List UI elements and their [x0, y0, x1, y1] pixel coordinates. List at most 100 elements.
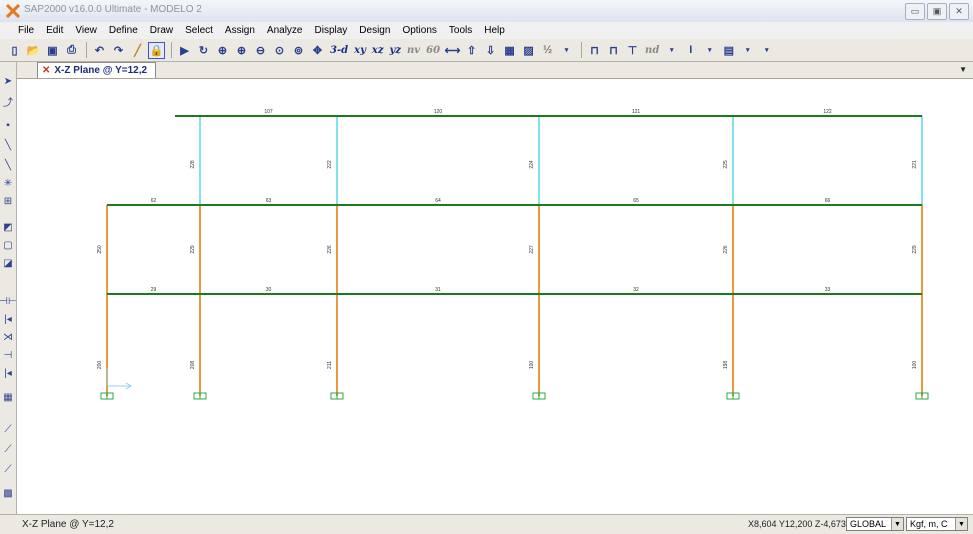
toolbar-separator	[86, 42, 87, 58]
open-icon[interactable]: 📂	[25, 42, 42, 59]
restore-button[interactable]: ▣	[927, 3, 947, 20]
save-icon[interactable]: ▣	[44, 42, 61, 59]
zoom-fit-icon[interactable]: ⊙	[271, 42, 288, 59]
redo-icon[interactable]: ↷	[110, 42, 127, 59]
pan-rotate-icon[interactable]: ↻	[195, 42, 212, 59]
pan-icon[interactable]: ✥	[309, 42, 326, 59]
dropdown-arrow-icon[interactable]: ▾	[739, 42, 756, 59]
frame-label: 227	[529, 245, 535, 254]
coordinate-system-select[interactable]: GLOBAL ▼	[846, 517, 904, 531]
draw-secondary-beams-icon[interactable]: ⊞	[1, 194, 15, 208]
lock-icon[interactable]: 🔒	[148, 41, 165, 59]
snap-grid-icon[interactable]: ▦	[1, 390, 15, 404]
menu-bar: File Edit View Define Draw Select Assign…	[0, 22, 973, 39]
rotate-60-button[interactable]: 60	[424, 42, 442, 59]
fraction-icon[interactable]: ½	[539, 42, 556, 59]
perspective-icon[interactable]: ⟷	[444, 42, 461, 59]
menu-design[interactable]: Design	[359, 25, 390, 36]
display-options-icon[interactable]: ▦	[501, 42, 518, 59]
frame-label: 107	[264, 109, 273, 115]
zoom-in-icon[interactable]: ⊕	[233, 42, 250, 59]
draw-braces-icon[interactable]: ✳	[1, 176, 15, 190]
run-analysis-icon[interactable]: ▶	[176, 42, 193, 59]
tab-xz-plane[interactable]: ✕ X-Z Plane @ Y=12,2	[37, 62, 157, 78]
joint-restraints-icon[interactable]: ⊤	[624, 42, 641, 59]
menu-edit[interactable]: Edit	[46, 25, 63, 36]
snap-grid-points-icon[interactable]: ▩	[1, 486, 15, 500]
view-xy-button[interactable]: xy	[352, 42, 368, 59]
snap-line-icon[interactable]: ⟋	[1, 462, 15, 476]
frame-label: 226	[327, 245, 333, 254]
get-previous-selection-icon[interactable]: |◂	[1, 312, 15, 326]
menu-select[interactable]: Select	[185, 25, 213, 36]
frame-label: 225	[723, 160, 729, 169]
menu-help[interactable]: Help	[484, 25, 505, 36]
draw-rect-area-icon[interactable]: ▢	[1, 238, 15, 252]
clear-selection-icon[interactable]: ⋊	[1, 330, 15, 344]
print-icon[interactable]: ⎙	[63, 42, 80, 59]
frame-label: 228	[190, 160, 196, 169]
quick-draw-area-icon[interactable]: ◪	[1, 256, 15, 270]
frame-label: 120	[434, 109, 443, 115]
dropdown-arrow-icon[interactable]: ▾	[558, 42, 575, 59]
close-tab-icon[interactable]: ✕	[42, 65, 50, 76]
zoom-window-icon[interactable]: ⊕	[214, 42, 231, 59]
pointer-icon[interactable]: ➤	[1, 74, 15, 88]
reshape-icon[interactable]: ⤴	[1, 94, 15, 109]
chevron-down-icon[interactable]: ▼	[955, 518, 967, 530]
draw-frame-icon[interactable]: ╲	[1, 138, 15, 152]
view-3d-button[interactable]: 3-d	[328, 42, 350, 59]
menu-display[interactable]: Display	[315, 25, 348, 36]
menu-tools[interactable]: Tools	[449, 25, 472, 36]
dropdown-arrow-icon[interactable]: ▾	[663, 42, 680, 59]
menu-analyze[interactable]: Analyze	[267, 25, 303, 36]
menu-file[interactable]: File	[18, 25, 34, 36]
intersecting-line-icon[interactable]: ⊣	[1, 348, 15, 362]
menu-assign[interactable]: Assign	[225, 25, 255, 36]
select-all-icon[interactable]: ⊣⊢	[0, 294, 17, 308]
show-undeformed-icon[interactable]: ▨	[520, 42, 537, 59]
menu-options[interactable]: Options	[402, 25, 436, 36]
move-up-icon[interactable]: ⇧	[463, 42, 480, 59]
menu-view[interactable]: View	[75, 25, 97, 36]
i-section-icon[interactable]: Ι	[682, 42, 699, 59]
frame-label: 221	[912, 160, 918, 169]
frame-label: 226	[723, 245, 729, 254]
frame-section-icon[interactable]: ⊓	[605, 42, 622, 59]
menu-define[interactable]: Define	[109, 25, 138, 36]
snap-icon[interactable]: |◂	[1, 366, 15, 380]
snap-midpoint-icon[interactable]: ⟋	[1, 442, 15, 456]
draw-poly-area-icon[interactable]: ◩	[1, 220, 15, 234]
more-tools-icon[interactable]: ▾	[758, 42, 775, 59]
table-icon[interactable]: ▤	[720, 42, 737, 59]
chevron-down-icon[interactable]: ▼	[891, 518, 903, 530]
view-tab-bar: ✕ X-Z Plane @ Y=12,2 ▼	[17, 62, 973, 79]
new-model-icon[interactable]: ▯	[6, 42, 23, 59]
show-nd-button[interactable]: nd	[643, 42, 661, 59]
frame-icon[interactable]: ⊓	[586, 42, 603, 59]
zoom-out-icon[interactable]: ⊖	[252, 42, 269, 59]
frame-label: 224	[529, 160, 535, 169]
minimize-button[interactable]: ▭	[905, 3, 925, 20]
undo-icon[interactable]: ↶	[91, 42, 108, 59]
tab-dropdown-icon[interactable]: ▼	[959, 65, 967, 74]
title-bar: SAP2000 v16.0.0 Ultimate - MODELO 2 ▭ ▣ …	[0, 0, 973, 23]
zoom-previous-icon[interactable]: ⊚	[290, 42, 307, 59]
refresh-icon[interactable]: ╱	[129, 42, 146, 59]
view-xz-button[interactable]: xz	[370, 42, 386, 59]
frame-label: 29	[151, 287, 157, 293]
close-button[interactable]: ✕	[949, 3, 969, 20]
draw-joint-icon[interactable]: ▪	[1, 118, 15, 132]
menu-draw[interactable]: Draw	[150, 25, 173, 36]
quick-draw-frame-icon[interactable]: ╲	[1, 158, 15, 172]
view-nv-button[interactable]: nv	[405, 42, 422, 59]
toolbar-separator	[171, 42, 172, 58]
snap-point-icon[interactable]: ⟋	[1, 422, 15, 436]
frame-label: 100	[529, 361, 535, 370]
units-select[interactable]: Kgf, m, C ▼	[906, 517, 968, 531]
view-yz-button[interactable]: yz	[388, 42, 404, 59]
move-down-icon[interactable]: ⇩	[482, 42, 499, 59]
frame-model-drawing[interactable]: 200 208 211 100 198 100 250 229 226 227 226 229 228 2…	[17, 78, 973, 514]
dropdown-arrow-icon[interactable]: ▾	[701, 42, 718, 59]
coordinate-system-value: GLOBAL	[850, 519, 887, 529]
